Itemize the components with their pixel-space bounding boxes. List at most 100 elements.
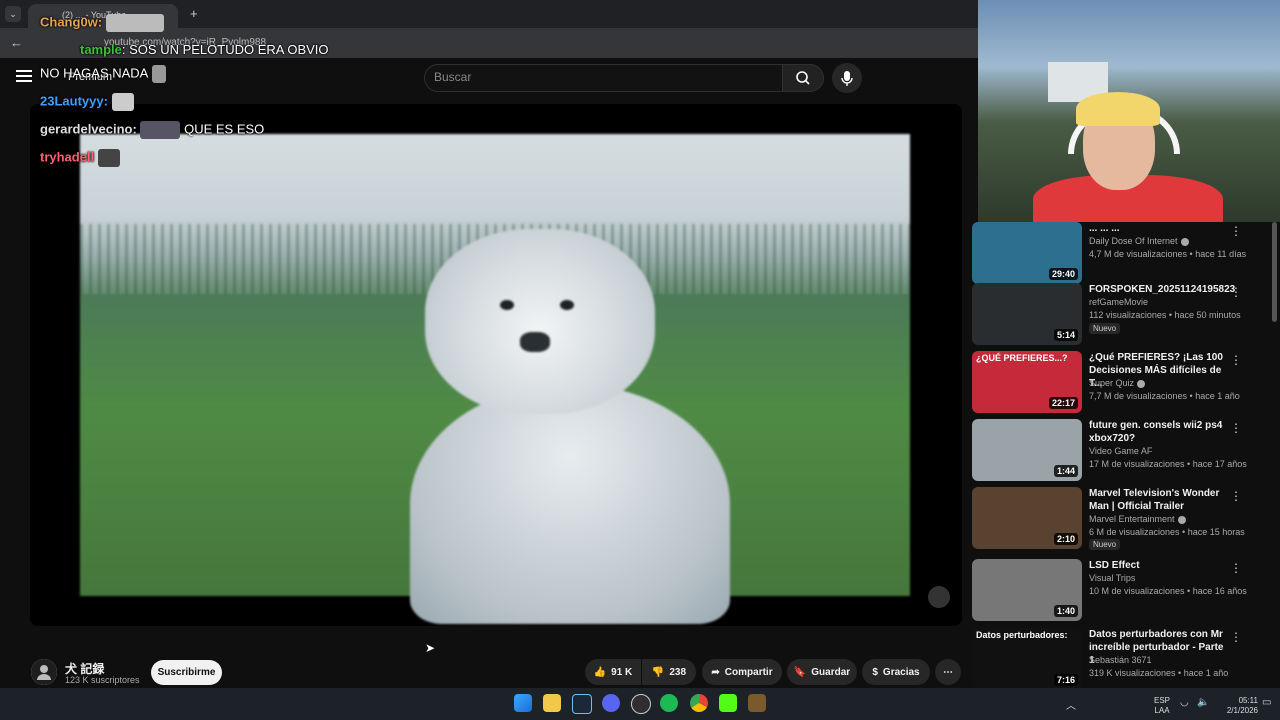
channel-name[interactable]: Video Game AF [1089, 446, 1152, 456]
search-input[interactable] [424, 64, 784, 92]
share-button[interactable]: ➦ Compartir [702, 659, 782, 685]
kick-icon[interactable] [719, 694, 737, 712]
chat-user: 23Lautyyy: [40, 93, 108, 109]
channel-name[interactable]: Daily Dose Of Internet [1089, 236, 1178, 246]
video-thumbnail[interactable]: 1:44 [972, 419, 1082, 481]
video-duration: 22:17 [1048, 397, 1078, 409]
dog-eye-left [500, 300, 514, 310]
video-meta: 6 M de visualizaciones • hace 15 horas [1089, 527, 1245, 537]
video-thumbnail[interactable]: 2:10 [972, 487, 1082, 549]
skull-emote-icon [151, 65, 166, 83]
more-options-icon[interactable]: ⋮ [1230, 421, 1242, 435]
chrome-icon[interactable] [690, 694, 708, 712]
channel-label: refGameMovie [1089, 297, 1148, 307]
video-meta: 7,7 M de visualizaciones • hace 1 año [1089, 391, 1240, 401]
video-title[interactable]: LSD Effect [1089, 559, 1224, 572]
back-icon[interactable]: ← [10, 35, 23, 50]
new-badge: Nuevo [1089, 323, 1121, 334]
subscribe-button[interactable]: Suscribirme [151, 660, 222, 685]
recommendation-item[interactable]: 1:40 LSD Effect Visual Trips 10 M de visual… [972, 559, 1272, 623]
video-title[interactable]: Marvel Television's Wonder Man | Officia… [1089, 487, 1224, 513]
menu-icon[interactable] [16, 70, 32, 82]
video-thumbnail[interactable]: 1:40 [972, 559, 1082, 621]
video-title[interactable]: future gen. consels wii2 ps4 xbox720? [1089, 419, 1224, 445]
tray-chevron-icon[interactable]: ︿ [1066, 697, 1076, 712]
channel-label: Daily Dose Of Internet [1089, 236, 1189, 246]
thanks-button[interactable]: $ Gracias [862, 659, 930, 685]
more-options-icon[interactable]: ⋮ [1230, 630, 1242, 644]
chat-user: tample [80, 42, 122, 57]
wifi-icon[interactable]: ◡ [1180, 697, 1189, 708]
chat-line-1: Chang0w: [40, 14, 164, 32]
bookmark-icon: 🔖 [793, 666, 807, 678]
minecraft-icon[interactable] [748, 694, 766, 712]
video-thumbnail[interactable]: 5:14 [972, 283, 1082, 345]
channel-name[interactable]: Visual Trips [1089, 573, 1135, 583]
video-frame [80, 134, 910, 624]
start-icon[interactable] [514, 694, 532, 712]
channel-name[interactable]: Marvel Entertainment [1089, 514, 1175, 524]
more-options-icon[interactable]: ⋮ [1230, 489, 1242, 503]
video-thumbnail[interactable]: Datos perturbadores: 7:16 [972, 628, 1082, 690]
recommendation-item[interactable]: 5:14 FORSPOKEN_20251124195823 refGameMovie… [972, 283, 1272, 347]
verified-icon [1137, 379, 1146, 388]
player-avatar-icon[interactable] [928, 586, 950, 608]
video-meta: 10 M de visualizaciones • hace 16 años [1089, 586, 1247, 596]
volume-icon[interactable]: 🔈 [1197, 697, 1209, 708]
more-actions-button[interactable]: ⋯ [935, 659, 961, 685]
channel-avatar[interactable] [31, 659, 57, 685]
channel-name[interactable]: refGameMovie [1089, 297, 1148, 307]
thanks-label: Gracias [882, 666, 920, 678]
like-button[interactable]: 👍 91 K [585, 659, 641, 685]
dog-body [410, 384, 730, 624]
emote-icon [140, 121, 181, 139]
new-tab-button[interactable]: + [190, 6, 198, 21]
sidebar-scrollbar[interactable] [1272, 222, 1277, 322]
clock[interactable]: 05:11 2/1/2026 [1212, 696, 1258, 716]
chat-line-3: NO HAGAS NADA [40, 65, 166, 83]
steam-icon[interactable] [572, 694, 592, 714]
channel-label: Sebastián 3671 [1089, 655, 1152, 665]
channel-name[interactable]: Sebastián 3671 [1089, 655, 1152, 665]
recommendation-item[interactable]: 2:10 Marvel Television's Wonder Man | Off… [972, 487, 1272, 551]
save-button[interactable]: 🔖 Guardar [787, 659, 857, 685]
dislike-button[interactable]: 👎 238 [642, 659, 696, 685]
more-options-icon[interactable]: ⋮ [1230, 561, 1242, 575]
discord-icon[interactable] [602, 694, 620, 712]
recommendation-item[interactable]: ¿QUÉ PREFIERES...? 22:17 ¿Qué PREFIERES? ¡… [972, 351, 1272, 415]
more-options-icon[interactable]: ⋮ [1230, 285, 1242, 299]
video-duration: 2:10 [1053, 533, 1078, 545]
search-icon [796, 71, 810, 85]
more-options-icon[interactable]: ⋮ [1230, 353, 1242, 367]
obs-icon[interactable] [631, 694, 651, 714]
recommendation-item[interactable]: Datos perturbadores: 7:16 Datos perturbado… [972, 628, 1272, 692]
video-meta: 112 visualizaciones • hace 50 minutos [1089, 310, 1241, 320]
video-duration: 29:40 [1048, 268, 1078, 280]
video-duration: 1:44 [1053, 465, 1078, 477]
recommendation-item[interactable]: 29:40 ... ... ... Daily Dose Of Internet 4,… [972, 222, 1272, 286]
verified-icon [1177, 515, 1186, 524]
dog-eye-right [560, 300, 574, 310]
video-duration: 7:16 [1053, 674, 1078, 686]
more-options-icon[interactable]: ⋮ [1230, 224, 1242, 238]
file-explorer-icon[interactable] [543, 694, 561, 712]
share-label: Compartir [724, 666, 773, 678]
channel-label: Super Quiz [1089, 378, 1146, 388]
language-indicator[interactable]: ESP LAA [1150, 696, 1174, 716]
video-title[interactable]: FORSPOKEN_20251124195823 [1089, 283, 1235, 296]
voice-search-button[interactable] [832, 63, 862, 93]
video-title[interactable]: ... ... ... [1089, 222, 1224, 235]
search-button[interactable] [782, 64, 824, 92]
recommendation-item[interactable]: 1:44 future gen. consels wii2 ps4 xbox720… [972, 419, 1272, 483]
spotify-icon[interactable] [660, 694, 678, 712]
video-player[interactable] [30, 104, 962, 626]
channel-name[interactable]: Super Quiz [1089, 378, 1134, 388]
chat-line-5: gerardelvecino: QUE ES ESO [40, 121, 264, 139]
video-thumbnail[interactable]: 29:40 [972, 222, 1082, 284]
search-placeholder: Buscar [434, 70, 472, 84]
dislike-count: 238 [669, 666, 687, 678]
tab-list-button[interactable]: ⌄ [5, 6, 21, 22]
notification-icon[interactable]: ▭ [1262, 697, 1271, 708]
channel-subscribers: 123 K suscriptores [65, 675, 140, 685]
video-thumbnail[interactable]: ¿QUÉ PREFIERES...? 22:17 [972, 351, 1082, 413]
